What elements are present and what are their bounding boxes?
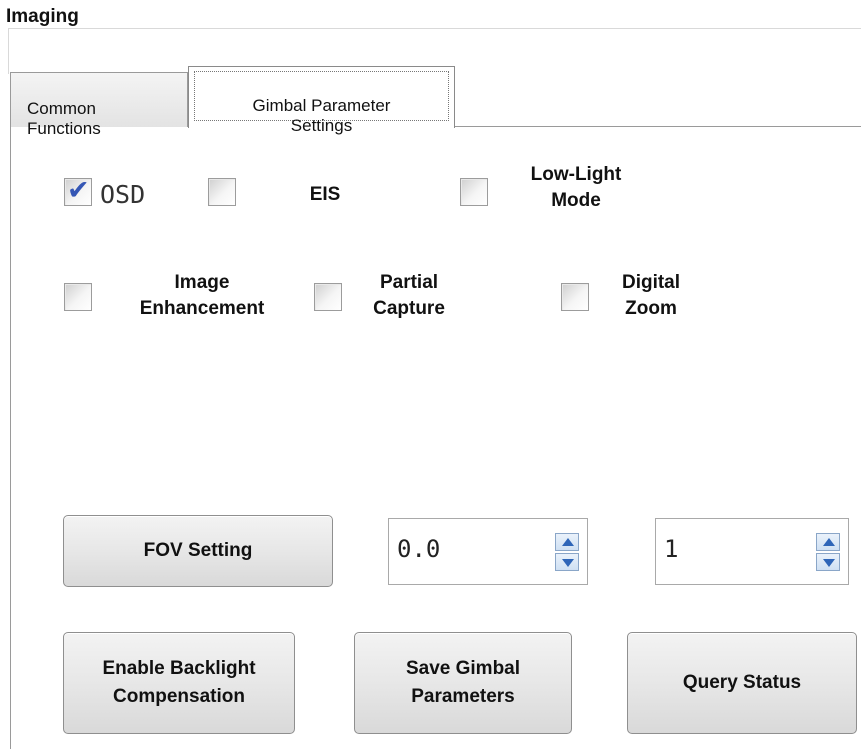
- save-gimbal-parameters-button[interactable]: Save Gimbal Parameters: [354, 632, 572, 734]
- tab-common-functions[interactable]: Common Functions: [10, 72, 188, 138]
- spin-arrows: [816, 533, 840, 571]
- partial-capture-checkbox[interactable]: [314, 283, 342, 311]
- spin-arrows: [555, 533, 579, 571]
- digital-zoom-label: Digital Zoom: [621, 272, 681, 319]
- tab-gimbal-parameter-settings[interactable]: Gimbal Parameter Settings: [188, 66, 455, 135]
- checkmark-icon: ✔: [67, 175, 90, 206]
- osd-checkbox[interactable]: ✔: [64, 175, 92, 206]
- spin-down-icon[interactable]: [816, 553, 840, 571]
- tab-common-functions-label: Common Functions: [27, 99, 101, 138]
- digital-zoom-checkbox[interactable]: [561, 283, 589, 311]
- osd-label: OSD: [100, 180, 146, 209]
- query-status-button[interactable]: Query Status: [627, 632, 857, 734]
- low-light-mode-checkbox[interactable]: [460, 178, 488, 206]
- spin-up-icon[interactable]: [555, 533, 579, 551]
- tab-focus-rect: Gimbal Parameter Settings: [194, 71, 449, 135]
- image-enhancement-label: Image Enhancement: [139, 272, 265, 319]
- fov-step-spinbox[interactable]: 1: [655, 518, 849, 585]
- group-border-left: [8, 28, 9, 74]
- group-title: Imaging: [6, 6, 83, 28]
- spin-down-icon[interactable]: [555, 553, 579, 571]
- enable-backlight-compensation-button[interactable]: Enable Backlight Compensation: [63, 632, 295, 734]
- eis-label: EIS: [309, 184, 341, 205]
- fov-value-text: 0.0: [397, 535, 441, 563]
- low-light-mode-label: Low-Light Mode: [530, 164, 622, 211]
- eis-checkbox[interactable]: [208, 178, 236, 206]
- group-border: [8, 28, 861, 29]
- partial-capture-label: Partial Capture: [373, 272, 445, 319]
- fov-value-spinbox[interactable]: 0.0: [388, 518, 588, 585]
- image-enhancement-checkbox[interactable]: [64, 283, 92, 311]
- spin-up-icon[interactable]: [816, 533, 840, 551]
- fov-setting-button[interactable]: FOV Setting: [63, 515, 333, 587]
- fov-step-text: 1: [664, 535, 679, 563]
